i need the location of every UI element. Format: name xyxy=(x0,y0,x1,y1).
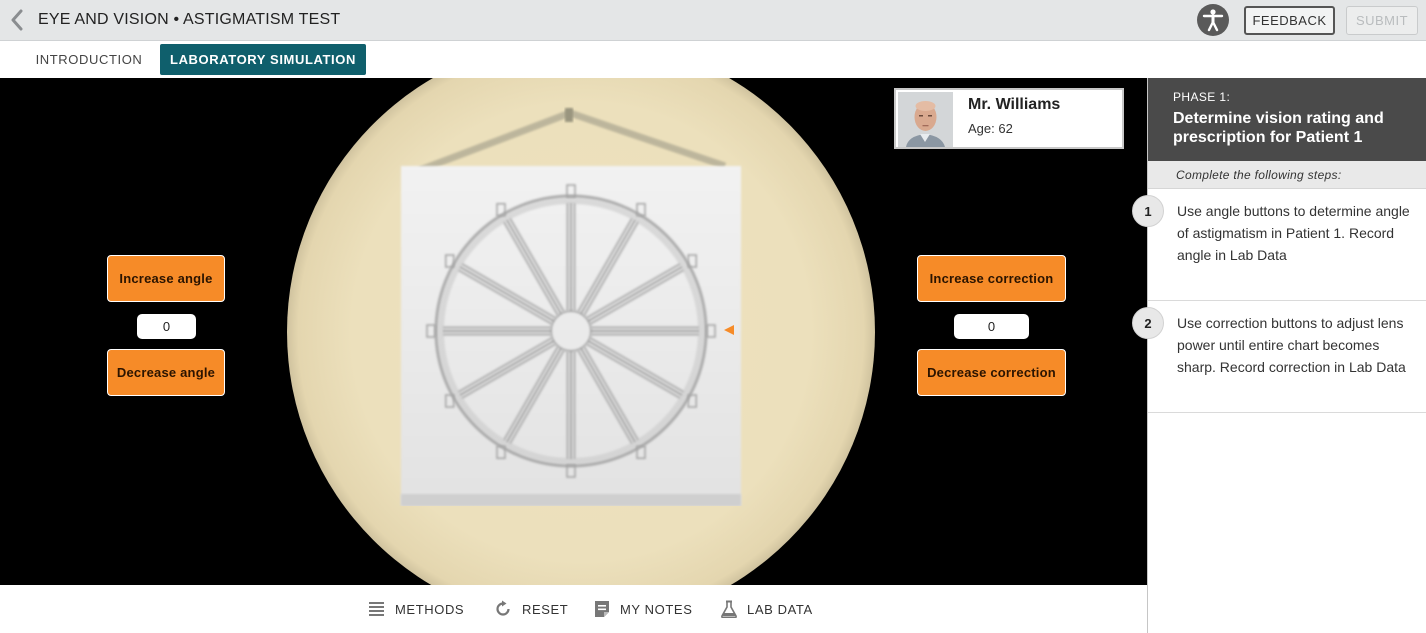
tab-bar: INTRODUCTION LABORATORY SIMULATION xyxy=(0,41,1426,78)
patient-age: Age: 62 xyxy=(968,121,1013,136)
patient-card: Mr. Williams Age: 62 xyxy=(894,88,1124,149)
methods-label: METHODS xyxy=(395,601,465,617)
correction-value: 0 xyxy=(954,314,1029,339)
decrease-angle-button[interactable]: Decrease angle xyxy=(107,349,225,396)
my-notes-button[interactable]: MY NOTES xyxy=(594,599,692,619)
accessibility-icon xyxy=(1202,9,1224,32)
step-item-1: 1 Use angle buttons to determine angle o… xyxy=(1132,189,1426,301)
accessibility-button[interactable] xyxy=(1197,4,1229,36)
step-text: Use angle buttons to determine angle of … xyxy=(1177,203,1410,263)
methods-button[interactable]: METHODS xyxy=(368,599,464,619)
patient-photo xyxy=(898,92,953,147)
phase-label: PHASE 1: xyxy=(1173,90,1231,104)
refresh-icon xyxy=(496,600,510,616)
bottom-toolbar: METHODS RESET MY NOTES LAB DATA xyxy=(0,585,1147,633)
flask-icon xyxy=(721,600,737,618)
feedback-button[interactable]: FEEDBACK xyxy=(1244,6,1335,35)
phase-header: PHASE 1: Determine vision rating and pre… xyxy=(1148,78,1426,161)
reset-label: RESET xyxy=(522,601,569,617)
patient-name: Mr. Williams xyxy=(968,96,1061,113)
submit-button[interactable]: SUBMIT xyxy=(1346,6,1418,35)
angle-value: 0 xyxy=(137,314,196,339)
back-button[interactable] xyxy=(4,6,30,34)
increase-angle-button[interactable]: Increase angle xyxy=(107,255,225,302)
step-number: 2 xyxy=(1132,307,1164,339)
reset-button[interactable]: RESET xyxy=(494,599,568,619)
increase-correction-button[interactable]: Increase correction xyxy=(917,255,1066,302)
app-title: EYE AND VISION • ASTIGMATISM TEST xyxy=(38,11,341,28)
step-item-2: 2 Use correction buttons to adjust lens … xyxy=(1132,301,1426,413)
tab-introduction[interactable]: INTRODUCTION xyxy=(22,44,156,75)
phase-title: Determine vision rating and prescription… xyxy=(1173,110,1384,146)
lab-data-button[interactable]: LAB DATA xyxy=(721,599,813,619)
notepad-icon xyxy=(595,601,609,617)
decrease-correction-button[interactable]: Decrease correction xyxy=(917,349,1066,396)
step-text: Use correction buttons to adjust lens po… xyxy=(1177,315,1406,375)
chevron-left-icon xyxy=(11,9,23,31)
steps-header: Complete the following steps: xyxy=(1148,161,1426,189)
instructions-panel: PHASE 1: Determine vision rating and pre… xyxy=(1132,78,1426,633)
top-bar: EYE AND VISION • ASTIGMATISM TEST FEEDBA… xyxy=(0,0,1426,41)
tab-laboratory-simulation[interactable]: LABORATORY SIMULATION xyxy=(160,44,366,75)
astigmatism-chart xyxy=(401,108,741,506)
simulation-stage: Mr. Williams Age: 62 Increase angle 0 De… xyxy=(0,78,1147,585)
list-icon xyxy=(369,601,384,616)
step-number: 1 xyxy=(1132,195,1164,227)
angle-indicator-icon xyxy=(724,325,734,335)
lab-data-label: LAB DATA xyxy=(747,601,813,617)
my-notes-label: MY NOTES xyxy=(620,601,693,617)
